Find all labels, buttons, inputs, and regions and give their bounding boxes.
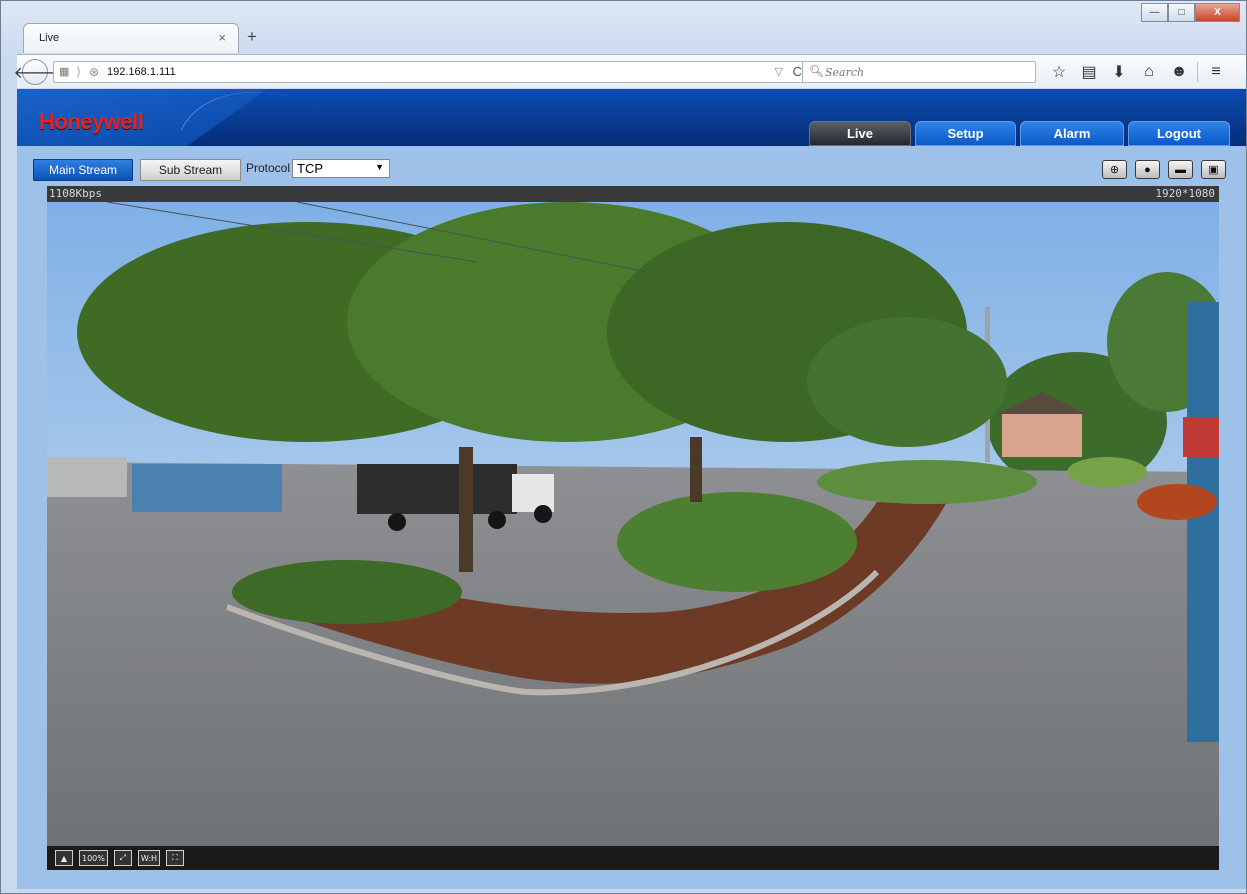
history-dropdown-icon[interactable]: ▽: [775, 65, 783, 78]
building-sign: [1183, 417, 1219, 457]
separator-icon: ⟩: [76, 64, 82, 79]
reload-icon[interactable]: C: [793, 64, 802, 79]
hedge: [232, 560, 462, 624]
search-icon: 🔍︎: [809, 64, 825, 78]
tree-trunk: [690, 437, 702, 502]
tree-canopy: [807, 317, 1007, 447]
menu-icon[interactable]: ≡: [1201, 60, 1231, 84]
hedge: [817, 460, 1037, 504]
video-status-bar: 1108Kbps 1920*1080: [47, 186, 1219, 202]
browser-toolbar: ☆ ▤ ⬇ ⌂ ☻ ≡: [1044, 60, 1231, 84]
wheel: [534, 505, 552, 523]
back-arrow-icon[interactable]: 🡐: [14, 59, 56, 85]
trailer: [357, 464, 517, 514]
toolbar-divider: [1197, 62, 1198, 82]
bitrate-readout: 1108Kbps: [49, 187, 102, 200]
title-bar: Live × + — □ X: [1, 1, 1246, 53]
chevron-down-icon: ▼: [375, 162, 384, 172]
tab-logout[interactable]: Logout: [1128, 121, 1230, 146]
main-nav: Live Setup Alarm Logout: [809, 121, 1230, 146]
minimize-button[interactable]: —: [1141, 3, 1168, 22]
clipboard-icon[interactable]: ▤: [1074, 60, 1104, 84]
resolution-readout: 1920*1080: [1155, 187, 1215, 200]
maximize-button[interactable]: □: [1168, 3, 1195, 22]
hedge: [1067, 457, 1147, 487]
building: [1187, 302, 1219, 742]
honeywell-logo: Honeywell: [39, 109, 144, 134]
url-text[interactable]: 192.168.1.111: [107, 66, 176, 78]
tab-title: Live: [39, 32, 60, 44]
tab-alarm[interactable]: Alarm: [1020, 121, 1124, 146]
video-control-bar: ▲ 100% ⤢ W:H ⛶: [47, 846, 1219, 870]
tab-live[interactable]: Live ×: [23, 23, 239, 53]
close-window-button[interactable]: X: [1195, 3, 1240, 22]
camera-scene: [47, 202, 1219, 846]
truck-cab: [512, 474, 554, 512]
fit-window-icon[interactable]: ⤢: [113, 850, 132, 866]
browser-window: Live × + — □ X 🡐 ▦ ⟩ ⊛ 192.168.1.111 ▽ C…: [0, 0, 1247, 894]
tab-close-icon[interactable]: ×: [218, 30, 226, 45]
tab-live[interactable]: Live: [809, 121, 911, 146]
snapshot-icon[interactable]: ●: [1135, 160, 1160, 179]
sub-stream-button[interactable]: Sub Stream: [140, 159, 241, 181]
chat-icon[interactable]: ☻: [1164, 60, 1194, 84]
wh-ratio-button[interactable]: W:H: [137, 850, 161, 866]
download-icon[interactable]: ⬇: [1104, 60, 1134, 84]
fullscreen-icon[interactable]: ⛶: [166, 850, 185, 866]
wheel: [388, 513, 406, 531]
app-header: Honeywell Live Setup Alarm Logout: [17, 89, 1246, 146]
tab-setup[interactable]: Setup: [915, 121, 1016, 146]
flower-bed: [1137, 484, 1217, 520]
shed: [47, 457, 127, 497]
scale-100-button[interactable]: 100%: [79, 850, 108, 866]
record-icon[interactable]: ▣: [1201, 160, 1226, 179]
search-bar[interactable]: 🔍︎: [802, 61, 1036, 83]
hedge: [617, 492, 857, 592]
video-tools: ▲ 100% ⤢ W:H ⛶: [55, 850, 185, 866]
main-stream-button[interactable]: Main Stream: [33, 159, 133, 181]
live-video-feed[interactable]: [47, 202, 1219, 846]
wheel: [488, 511, 506, 529]
protocol-select[interactable]: TCP ▼: [292, 159, 390, 178]
new-tab-button[interactable]: +: [247, 27, 257, 47]
navigation-bar: 🡐 ▦ ⟩ ⊛ 192.168.1.111 ▽ C 🔍︎ ☆ ▤ ⬇ ⌂ ☻ ≡: [14, 54, 1246, 88]
live-toolbar: ⊕ ● ▬ ▣: [1102, 160, 1226, 179]
globe-icon: ⊛: [89, 65, 100, 79]
window-controls: — □ X: [1141, 3, 1240, 22]
home-icon[interactable]: ⌂: [1134, 60, 1164, 84]
tree-trunk: [459, 447, 473, 572]
protocol-value: TCP: [297, 161, 323, 176]
search-input[interactable]: [825, 64, 1025, 80]
fence: [132, 464, 282, 512]
page-icon: ▦: [59, 66, 70, 78]
zoom-icon[interactable]: ⊕: [1102, 160, 1127, 179]
protocol-label: Protocol: [246, 161, 291, 175]
aspect-icon[interactable]: ▲: [55, 850, 73, 866]
house: [1002, 412, 1082, 457]
address-bar[interactable]: ▦ ⟩ ⊛ 192.168.1.111 ▽ C: [53, 61, 810, 83]
page-content: Honeywell Live Setup Alarm Logout Main S…: [17, 89, 1246, 889]
image-icon[interactable]: ▬: [1168, 160, 1193, 179]
bookmark-star-icon[interactable]: ☆: [1044, 60, 1074, 84]
